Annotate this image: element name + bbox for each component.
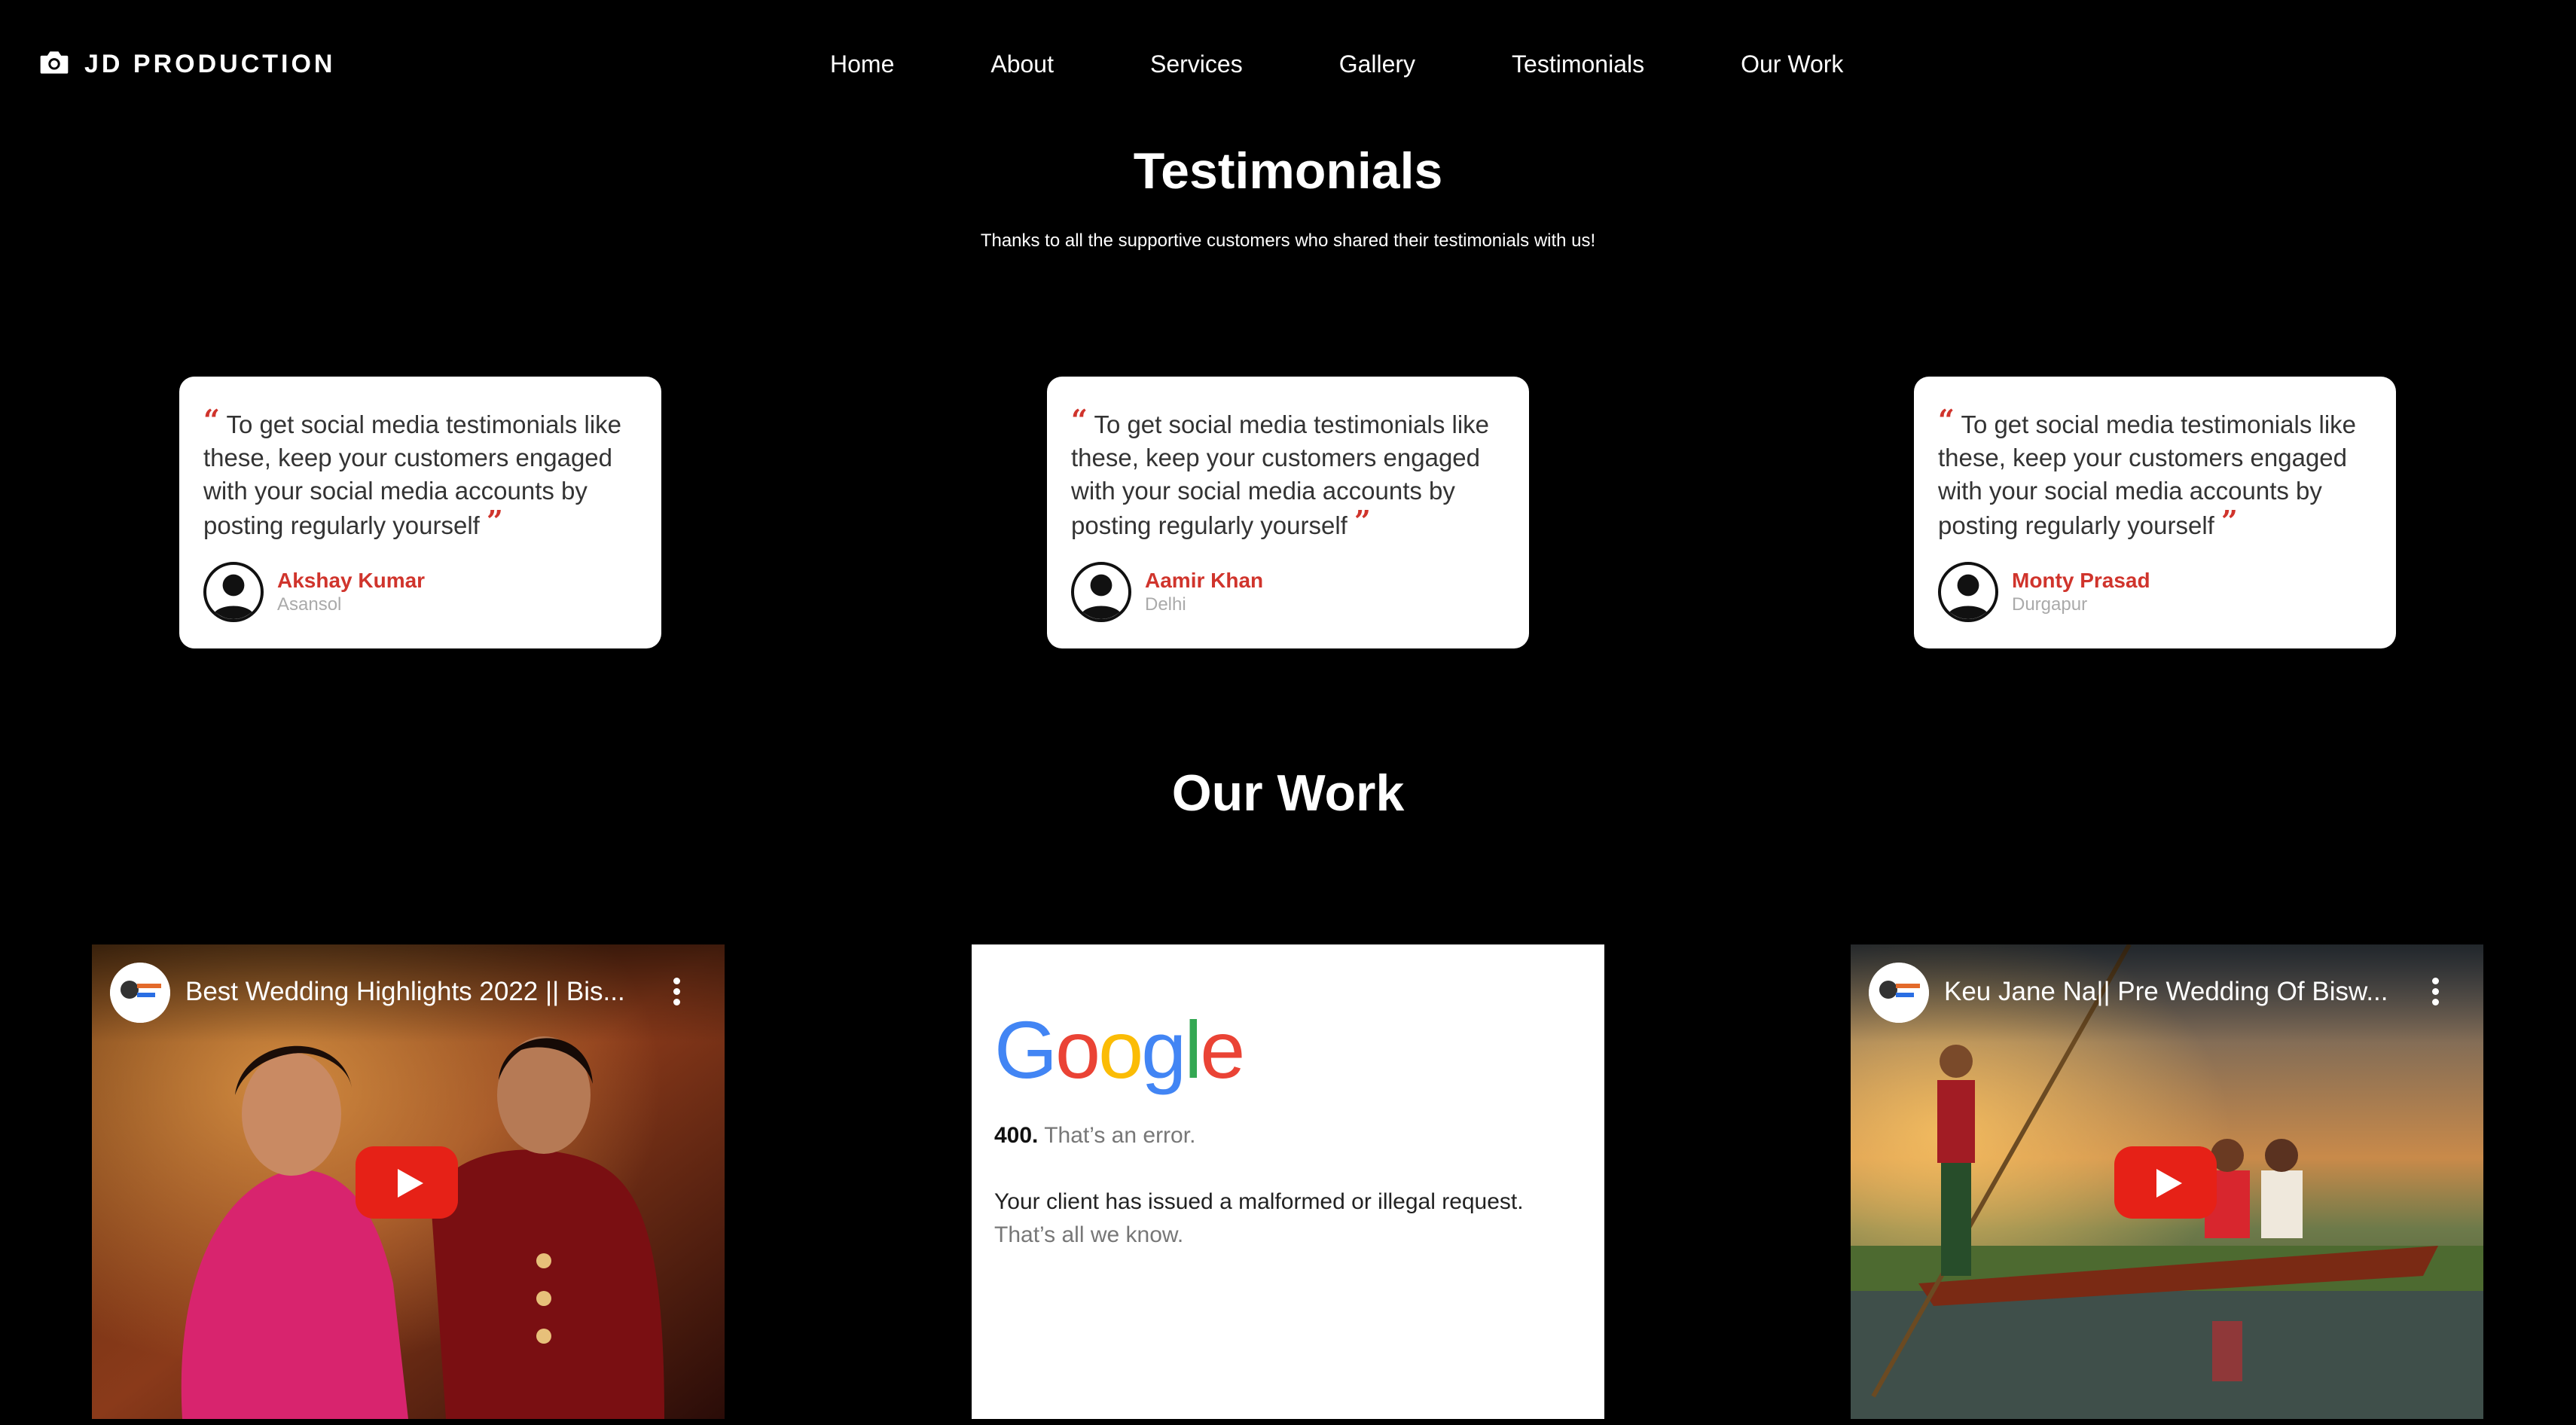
video-embed-wedding-highlights[interactable]: Best Wedding Highlights 2022 || Bis...	[92, 944, 725, 1419]
author-city: Asansol	[277, 594, 342, 615]
testimonials-title: Testimonials	[1133, 142, 1443, 200]
testimonial-card: “ To get social media testimonials like …	[1914, 377, 2396, 648]
video-embed-error: Google	[972, 944, 1604, 1419]
testimonial-author: Aamir Khan Delhi	[1071, 562, 1263, 622]
google-logo-letter: e	[1200, 1004, 1245, 1095]
youtube-play-icon[interactable]	[356, 1146, 458, 1219]
testimonial-author: Monty Prasad Durgapur	[1938, 562, 2150, 622]
user-avatar-icon	[1071, 562, 1131, 622]
video-embed-pre-wedding[interactable]: Keu Jane Na|| Pre Wedding Of Bisw...	[1851, 944, 2483, 1419]
channel-avatar-icon[interactable]	[110, 963, 170, 1023]
author-name: Monty Prasad	[2012, 569, 2150, 592]
google-logo-letter: o	[1098, 1004, 1143, 1095]
testimonial-text: To get social media testimonials like th…	[1071, 410, 1490, 539]
google-logo-letter: g	[1141, 1004, 1186, 1095]
error-message: Your client has issued a malformed or il…	[994, 1189, 1524, 1214]
nav-gallery[interactable]: Gallery	[1339, 50, 1415, 78]
quote-open-icon: “	[203, 403, 220, 437]
author-city: Delhi	[1145, 594, 1186, 615]
brand-logo[interactable]: JD PRODUCTION	[38, 47, 335, 81]
error-message-secondary: That’s all we know.	[994, 1222, 1184, 1247]
error-code: 400.	[994, 1123, 1039, 1148]
quote-close-icon: ”	[487, 504, 503, 538]
testimonial-quote: “ To get social media testimonials like …	[203, 404, 648, 542]
error-code-text: That’s an error.	[1044, 1123, 1196, 1148]
google-logo-letter: G	[994, 1004, 1058, 1095]
testimonial-author: Akshay Kumar Asansol	[203, 562, 425, 622]
google-logo-letter: l	[1184, 1004, 1202, 1095]
nav-testimonials[interactable]: Testimonials	[1512, 50, 1644, 78]
testimonial-quote: “ To get social media testimonials like …	[1938, 404, 2382, 542]
testimonial-text: To get social media testimonials like th…	[1938, 410, 2357, 539]
nav-our-work[interactable]: Our Work	[1741, 50, 1843, 78]
nav-about[interactable]: About	[990, 50, 1054, 78]
google-logo-letter: o	[1055, 1004, 1100, 1095]
youtube-play-icon[interactable]	[2114, 1146, 2217, 1219]
testimonial-text: To get social media testimonials like th…	[203, 410, 622, 539]
our-work-title: Our Work	[1171, 764, 1405, 822]
nav-home[interactable]: Home	[830, 50, 894, 78]
testimonials-subtitle: Thanks to all the supportive customers w…	[980, 230, 1596, 251]
navbar: JD PRODUCTION Home About Services Galler…	[0, 0, 2576, 128]
channel-avatar-icon[interactable]	[1869, 963, 1929, 1023]
camera-icon	[38, 46, 84, 83]
author-name: Aamir Khan	[1145, 569, 1264, 592]
quote-open-icon: “	[1938, 403, 1955, 437]
testimonial-card: “ To get social media testimonials like …	[179, 377, 661, 648]
author-name: Akshay Kumar	[277, 569, 426, 592]
nav-services[interactable]: Services	[1150, 50, 1243, 78]
error-code-line: 400. That’s an error.	[994, 1119, 1195, 1152]
quote-open-icon: “	[1071, 403, 1088, 437]
user-avatar-icon	[1938, 562, 1998, 622]
testimonial-card: “ To get social media testimonials like …	[1047, 377, 1529, 648]
user-avatar-icon	[203, 562, 264, 622]
more-options-icon[interactable]	[672, 978, 681, 1008]
quote-close-icon: ”	[2221, 504, 2238, 538]
more-options-icon[interactable]	[2431, 978, 2440, 1008]
google-logo: Google	[994, 1004, 1245, 1095]
main-nav: Home About Services Gallery Testimonials…	[830, 45, 1843, 83]
author-city: Durgapur	[2012, 594, 2088, 615]
brand-name: JD PRODUCTION	[84, 49, 336, 78]
testimonial-quote: “ To get social media testimonials like …	[1071, 404, 1515, 542]
video-title[interactable]: Best Wedding Highlights 2022 || Bis...	[185, 975, 652, 1009]
quote-close-icon: ”	[1354, 504, 1371, 538]
video-title[interactable]: Keu Jane Na|| Pre Wedding Of Bisw...	[1944, 975, 2411, 1009]
